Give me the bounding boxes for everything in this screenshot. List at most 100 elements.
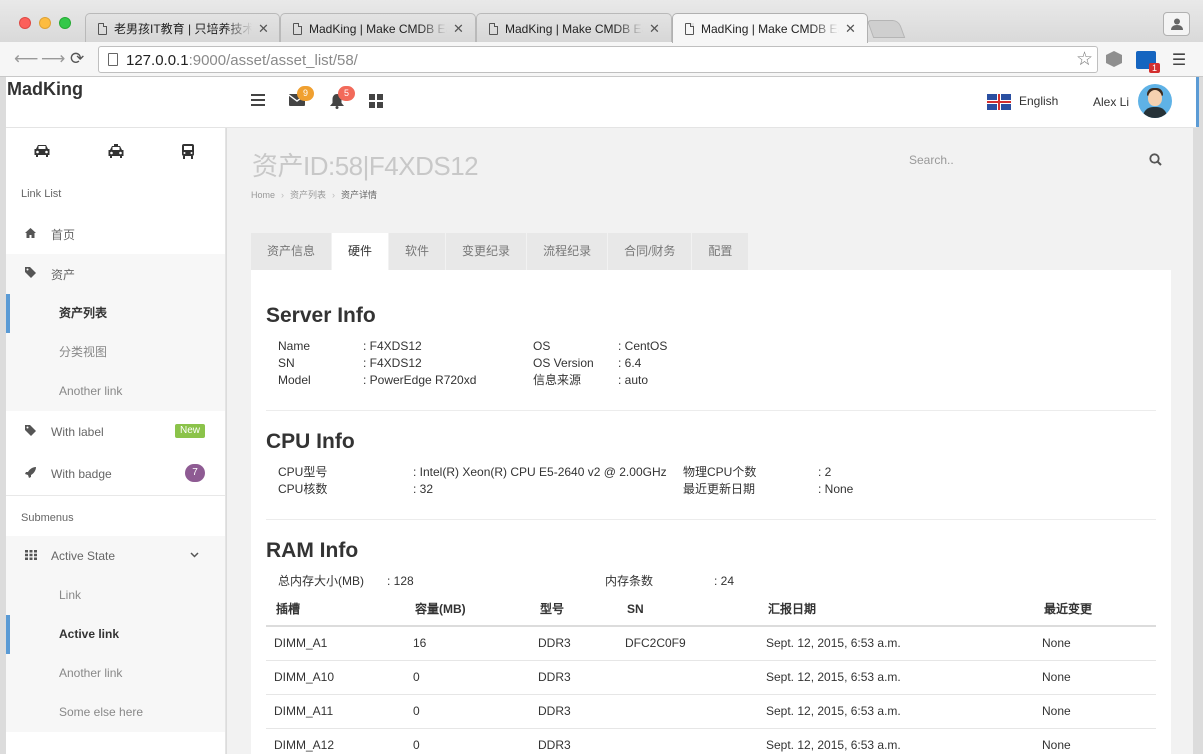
search-input[interactable]: Search.. — [909, 153, 954, 167]
sidebar-item-asset-list[interactable]: 资产列表 — [6, 294, 225, 333]
sidebar-item-some-else[interactable]: Some else here — [6, 693, 225, 732]
close-tab-icon[interactable]: ✕ — [649, 21, 660, 37]
sidebar-item-asset[interactable]: 资产 — [6, 254, 225, 294]
table-cell: None — [1034, 728, 1156, 754]
server-info-right: OS: CentOS OS Version: 6.4 信息来源: auto — [533, 338, 667, 389]
forward-arrow-icon[interactable]: ⟶ — [41, 50, 65, 68]
column-header[interactable]: 型号 — [530, 592, 617, 627]
bell-icon[interactable]: 5 — [330, 86, 355, 113]
brand-logo[interactable]: MadKing — [7, 79, 83, 100]
page-title: 资产ID:58|F4XDS12 — [252, 151, 479, 181]
bus-icon[interactable] — [181, 144, 195, 163]
field-value: : 2 — [818, 465, 832, 479]
table-cell: DDR3 — [530, 694, 617, 729]
grid-apps-icon[interactable] — [369, 94, 383, 112]
browser-tab-1[interactable]: 老男孩IT教育 | 只培养技术精英 ✕ — [85, 13, 280, 43]
search-icon[interactable] — [1149, 153, 1162, 169]
extension-screen-icon[interactable]: 1 — [1136, 51, 1160, 73]
ram-count: 内存条数: 24 — [605, 573, 734, 590]
tab-workflow-log[interactable]: 流程纪录 — [527, 233, 609, 270]
server-info-title: Server Info — [266, 304, 376, 327]
cpu-info-left: CPU型号: Intel(R) Xeon(R) CPU E5-2640 v2 @… — [278, 464, 667, 498]
close-window-button[interactable] — [19, 17, 31, 29]
minimize-window-button[interactable] — [39, 17, 51, 29]
field-value: : F4XDS12 — [363, 339, 422, 353]
table-row[interactable]: DIMM_A10 0 DDR3 Sept. 12, 2015, 6:53 a.m… — [266, 660, 1156, 695]
sidebar-item-with-label[interactable]: With label New — [6, 411, 225, 453]
bookmark-star-icon[interactable]: ☆ — [1076, 48, 1093, 71]
breadcrumb-home[interactable]: Home — [251, 190, 275, 200]
tab-asset-info[interactable]: 资产信息 — [251, 233, 333, 270]
page-icon — [108, 53, 118, 66]
sidebar-item-link[interactable]: Link — [6, 576, 225, 615]
home-icon — [24, 227, 37, 241]
sidebar-item-active-state[interactable]: Active State — [6, 536, 225, 576]
sidebar-item-another-link-2[interactable]: Another link — [6, 654, 225, 693]
column-header[interactable]: 插槽 — [266, 592, 405, 627]
table-cell: Sept. 12, 2015, 6:53 a.m. — [758, 660, 1034, 695]
hamburger-menu-icon[interactable] — [251, 94, 265, 110]
taxi-icon[interactable] — [107, 144, 125, 163]
table-row[interactable]: DIMM_A11 0 DDR3 Sept. 12, 2015, 6:53 a.m… — [266, 694, 1156, 729]
envelope-icon[interactable]: 9 — [288, 86, 314, 110]
sidebar: Link List 首页 资产 资产列表 分类视图 Another link W… — [6, 128, 226, 754]
table-row[interactable]: DIMM_A1 16 DDR3 DFC2C0F9 Sept. 12, 2015,… — [266, 626, 1156, 661]
sidebar-item-with-badge[interactable]: With badge 7 — [6, 453, 225, 495]
address-bar[interactable]: 127.0.0.1:9000/asset/asset_list/58/ ☆ — [98, 46, 1098, 73]
close-tab-icon[interactable]: ✕ — [453, 21, 464, 37]
tab-contract-finance[interactable]: 合同/财务 — [608, 233, 693, 270]
browser-tab-4-active[interactable]: MadKing | Make CMDB Easy ✕ — [672, 13, 868, 43]
field-label: 最近更新日期 — [683, 482, 756, 496]
table-cell: DIMM_A11 — [266, 694, 405, 729]
user-name[interactable]: Alex Li — [1093, 95, 1129, 109]
avatar[interactable] — [1138, 84, 1172, 118]
language-selector[interactable]: English — [1019, 94, 1058, 108]
sidebar-item-category-view[interactable]: 分类视图 — [6, 333, 225, 372]
back-arrow-icon[interactable]: ⟵ — [14, 50, 38, 68]
browser-tab-3[interactable]: MadKing | Make CMDB Easy ✕ — [476, 13, 672, 43]
column-header[interactable]: 容量(MB) — [405, 592, 530, 627]
new-tab-button[interactable] — [866, 20, 906, 38]
browser-menu-icon[interactable]: ☰ — [1172, 51, 1186, 69]
uk-flag-icon[interactable] — [987, 94, 1011, 110]
table-cell: 0 — [405, 694, 530, 729]
field-value: : F4XDS12 — [363, 356, 422, 370]
tab-config[interactable]: 配置 — [692, 233, 750, 270]
close-tab-icon[interactable]: ✕ — [845, 21, 856, 37]
server-info-left: Name: F4XDS12 SN: F4XDS12 Model: PowerEd… — [278, 338, 476, 389]
tab-change-log[interactable]: 变更纪录 — [446, 233, 528, 270]
field-label: Name — [278, 339, 311, 353]
sidebar-item-label: Active State — [51, 549, 116, 563]
close-tab-icon[interactable]: ✕ — [258, 21, 269, 37]
field-label: OS — [533, 339, 551, 353]
table-cell: None — [1034, 694, 1156, 729]
tab-hardware[interactable]: 硬件 — [332, 233, 390, 270]
reload-icon[interactable]: ⟳ — [70, 50, 84, 68]
table-cell: DIMM_A1 — [266, 626, 405, 661]
section-divider — [266, 519, 1156, 520]
browser-tab-2[interactable]: MadKing | Make CMDB Easy ✕ — [280, 13, 476, 43]
sidebar-item-home[interactable]: 首页 — [6, 214, 225, 254]
page-icon — [685, 22, 694, 35]
sidebar-item-active-link[interactable]: Active link — [6, 615, 225, 654]
column-header[interactable]: SN — [617, 592, 758, 627]
extension-shield-icon[interactable] — [1106, 51, 1122, 67]
url-text[interactable]: 127.0.0.1:9000/asset/asset_list/58/ — [126, 52, 358, 69]
table-cell: None — [1034, 660, 1156, 695]
column-header[interactable]: 最近变更 — [1034, 592, 1156, 627]
table-cell — [617, 660, 758, 695]
sidebar-heading-links: Link List — [21, 188, 62, 200]
sidebar-item-another-link[interactable]: Another link — [6, 372, 225, 411]
breadcrumb-asset-list[interactable]: 资产列表 — [290, 190, 326, 200]
notification-count-badge: 5 — [338, 86, 355, 101]
table-row[interactable]: DIMM_A12 0 DDR3 Sept. 12, 2015, 6:53 a.m… — [266, 728, 1156, 754]
car-icon[interactable] — [33, 144, 51, 162]
cpu-info-title: CPU Info — [266, 430, 355, 453]
profile-button[interactable] — [1163, 12, 1190, 36]
column-header[interactable]: 汇报日期 — [758, 592, 1034, 627]
table-cell: DDR3 — [530, 660, 617, 695]
zoom-window-button[interactable] — [59, 17, 71, 29]
chevron-down-icon — [190, 550, 199, 561]
url-path: :9000/asset/asset_list/58/ — [188, 52, 358, 69]
tab-software[interactable]: 软件 — [389, 233, 447, 270]
